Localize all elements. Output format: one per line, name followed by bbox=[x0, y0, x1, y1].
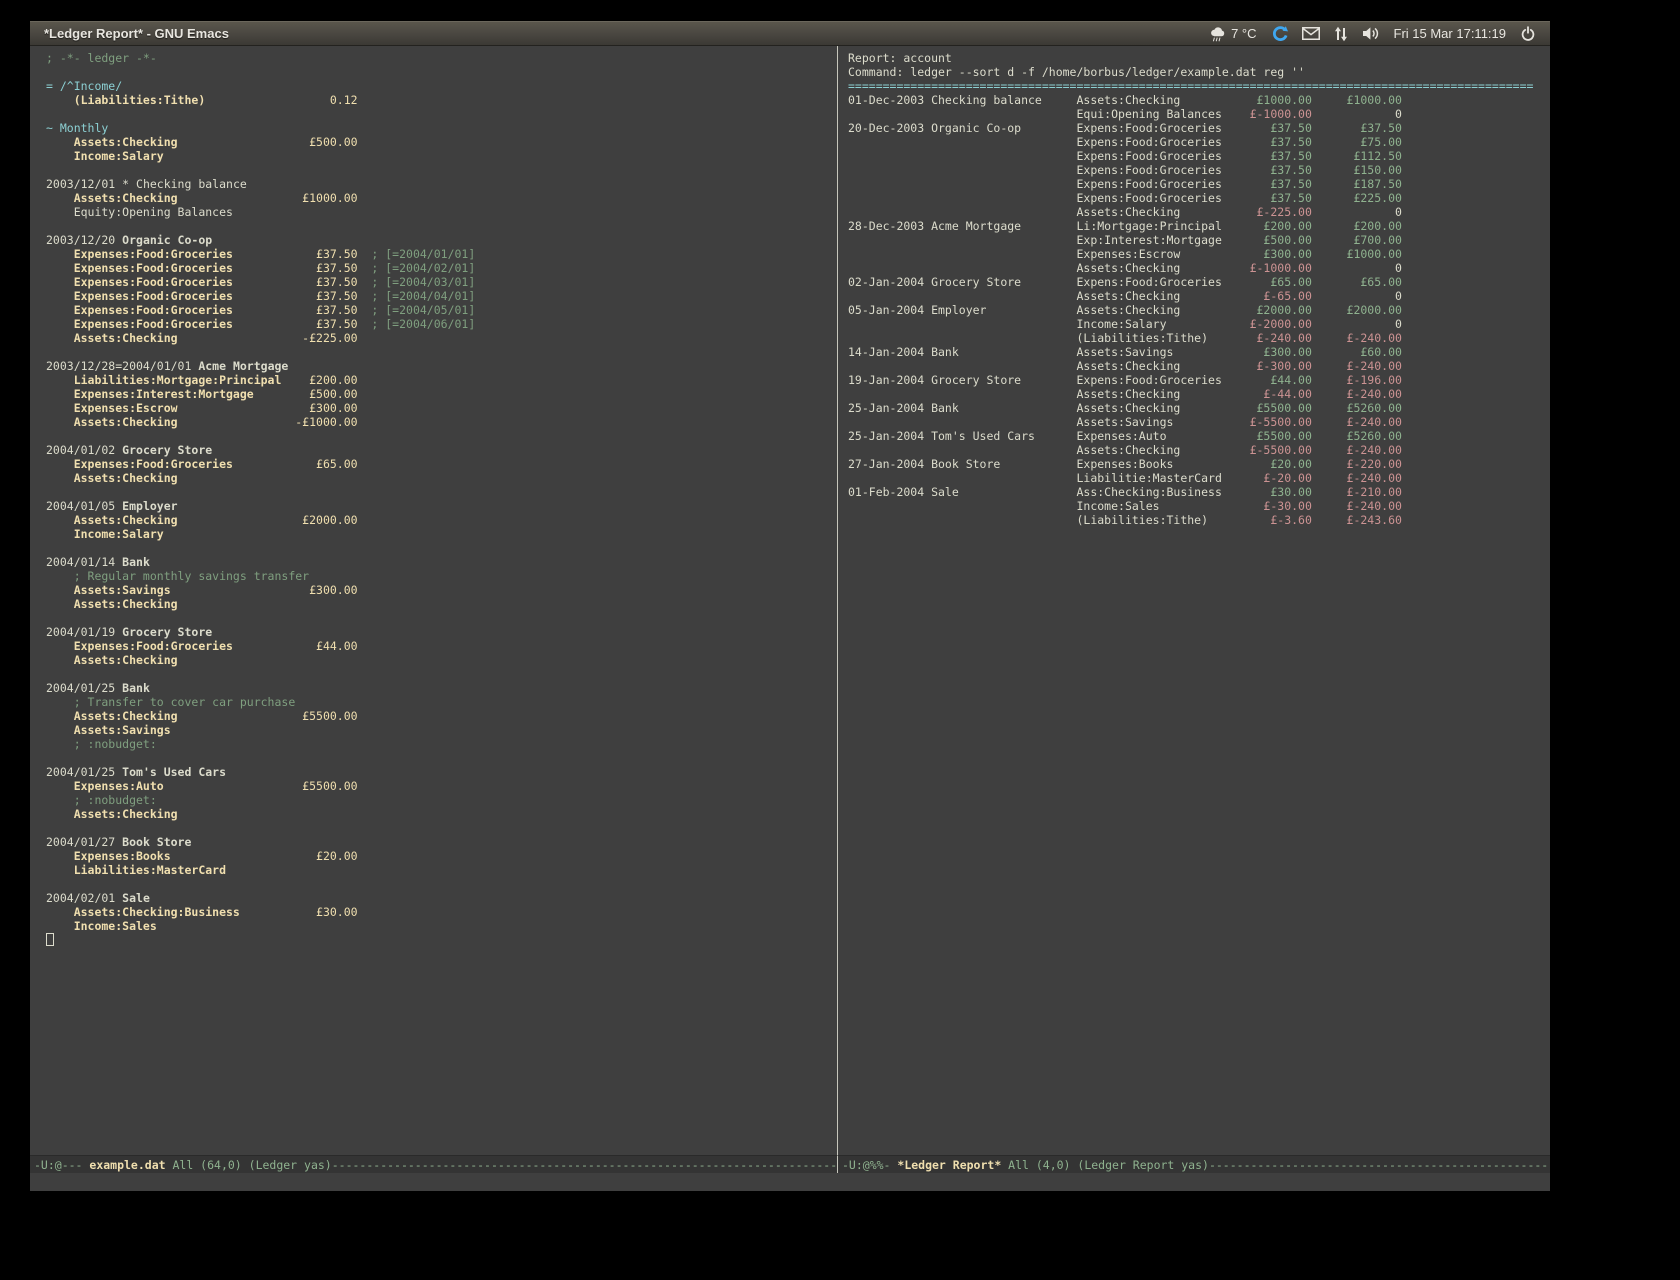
system-tray: 7 °C Fri 15 Mar 17:11:19 bbox=[1209, 25, 1536, 42]
text-cursor bbox=[46, 933, 54, 946]
modeline-source[interactable]: -U:@--- example.dat All (64,0) (Ledger y… bbox=[30, 1155, 838, 1173]
ledger-source-window[interactable]: ; -*- ledger -*- = /^Income/ (Liabilitie… bbox=[30, 46, 838, 1155]
weather-indicator[interactable]: 7 °C bbox=[1209, 26, 1256, 42]
minibuffer[interactable] bbox=[30, 1173, 1550, 1191]
ledger-report-window[interactable]: Report: account Command: ledger --sort d… bbox=[838, 46, 1550, 1155]
editor-area: ; -*- ledger -*- = /^Income/ (Liabilitie… bbox=[30, 46, 1550, 1155]
ledger-report-text[interactable]: Report: account Command: ledger --sort d… bbox=[848, 51, 1550, 527]
refresh-icon[interactable] bbox=[1271, 25, 1288, 42]
emacs-frame: *Ledger Report* - GNU Emacs 7 °C bbox=[30, 21, 1550, 1191]
mail-icon[interactable] bbox=[1302, 27, 1320, 40]
mode-lines: -U:@--- example.dat All (64,0) (Ledger y… bbox=[30, 1155, 1550, 1173]
window-title: *Ledger Report* - GNU Emacs bbox=[44, 26, 229, 41]
title-bar[interactable]: *Ledger Report* - GNU Emacs 7 °C bbox=[30, 21, 1550, 46]
transfer-icon[interactable] bbox=[1334, 26, 1348, 42]
power-icon[interactable] bbox=[1520, 26, 1536, 42]
modeline-report[interactable]: -U:@%%- *Ledger Report* All (4,0) (Ledge… bbox=[838, 1155, 1550, 1173]
weather-icon bbox=[1209, 26, 1227, 42]
clock[interactable]: Fri 15 Mar 17:11:19 bbox=[1394, 26, 1506, 41]
ledger-source-text[interactable]: ; -*- ledger -*- = /^Income/ (Liabilitie… bbox=[46, 51, 837, 947]
temperature-label: 7 °C bbox=[1231, 26, 1256, 41]
volume-icon[interactable] bbox=[1362, 26, 1380, 41]
